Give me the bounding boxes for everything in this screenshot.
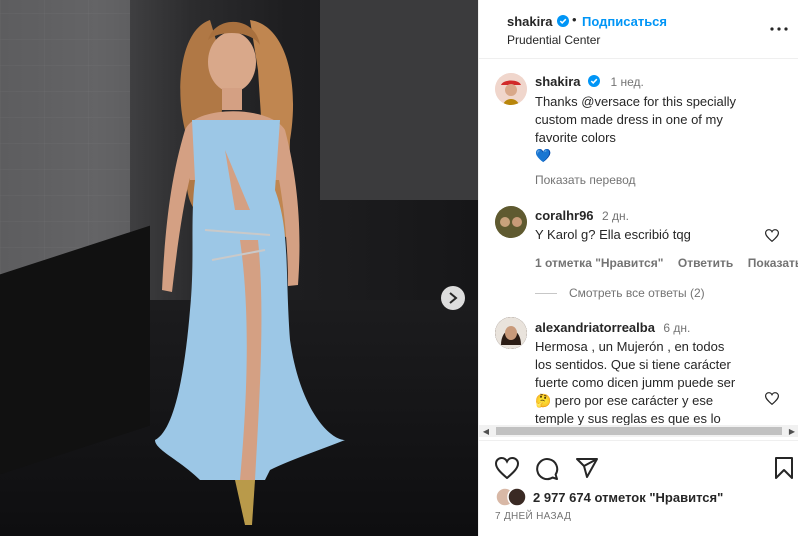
- caption-line: favorite colors: [535, 130, 616, 145]
- likes-summary: 2 977 674 отметок "Нравится": [495, 487, 723, 507]
- caption-username[interactable]: shakira: [535, 74, 581, 89]
- post-location[interactable]: Prudential Center: [507, 33, 600, 47]
- verified-icon: [588, 74, 600, 92]
- show-translation-link[interactable]: Показать перевод: [535, 173, 785, 187]
- commenter-avatar[interactable]: [495, 206, 527, 238]
- separator-dot: •: [572, 12, 577, 27]
- post-header: shakira • Подписаться Prudential Center: [479, 0, 798, 59]
- more-icon[interactable]: [770, 18, 788, 36]
- comment-line: 🤔 pero por ese carácter y ese: [535, 393, 714, 408]
- comment-time[interactable]: 2 дн.: [602, 209, 629, 223]
- comment-time[interactable]: 6 дн.: [663, 321, 690, 335]
- share-icon[interactable]: [575, 457, 599, 484]
- comment-text: Y Karol g? Ella escribió tqg: [535, 227, 691, 242]
- comment-text: Hermosa , un Mujerón , en todos los sent…: [535, 338, 765, 428]
- caption-avatar[interactable]: [495, 73, 527, 105]
- liker-avatars[interactable]: [495, 487, 527, 507]
- comment-line: Hermosa , un Mujerón , en todos: [535, 339, 725, 354]
- next-arrow-icon: [449, 292, 458, 304]
- caption-line: custom made dress in one of my: [535, 112, 723, 127]
- caption-time[interactable]: 1 нед.: [610, 75, 643, 89]
- caption: shakira 1 нед. Thanks @versace for this …: [535, 73, 785, 187]
- caption-text: Thanks @versace for this specially custo…: [535, 93, 785, 165]
- post-photo: [0, 0, 478, 536]
- view-replies[interactable]: Смотреть все ответы (2): [535, 286, 775, 300]
- view-replies-label[interactable]: Смотреть все ответы (2): [569, 286, 705, 300]
- post-date[interactable]: 7 ДНЕЙ НАЗАД: [495, 511, 571, 522]
- scroll-left-icon[interactable]: ◀: [479, 425, 493, 437]
- action-bar: [479, 440, 798, 493]
- verified-icon: [557, 14, 569, 32]
- follow-button[interactable]: Подписаться: [582, 14, 667, 29]
- comment-line: los sentidos. Que si tiene carácter: [535, 357, 731, 372]
- scroll-right-icon[interactable]: ▶: [785, 425, 798, 437]
- scroll-thumb[interactable]: [496, 427, 782, 435]
- heart-icon[interactable]: [494, 456, 520, 484]
- comment-username[interactable]: coralhr96: [535, 208, 594, 223]
- caption-line: Thanks @versace for this specially: [535, 94, 737, 109]
- horizontal-scrollbar[interactable]: ◀ ▶: [479, 425, 798, 437]
- woman-in-blue-dress: [155, 20, 345, 525]
- reply-button[interactable]: Ответить: [678, 256, 733, 270]
- save-icon[interactable]: [775, 457, 793, 484]
- post-username[interactable]: shakira: [507, 14, 553, 29]
- comment-icon[interactable]: [535, 457, 559, 486]
- next-photo-button[interactable]: [441, 286, 465, 310]
- replies-divider: [535, 292, 557, 294]
- comments-list: shakira 1 нед. Thanks @versace for this …: [479, 59, 798, 430]
- commenter-avatar[interactable]: [495, 317, 527, 349]
- post-details-panel: shakira • Подписаться Prudential Center …: [478, 0, 798, 536]
- comment: alexandriatorrealba 6 дн. Hermosa , un M…: [535, 319, 765, 428]
- heart-icon[interactable]: [764, 392, 780, 410]
- comment-username[interactable]: alexandriatorrealba: [535, 320, 655, 335]
- show-translation-link[interactable]: Показать п: [748, 256, 798, 270]
- heart-icon[interactable]: [764, 229, 780, 247]
- likes-count[interactable]: 2 977 674 отметок "Нравится": [533, 490, 723, 505]
- caption-emoji: 💙: [535, 148, 552, 163]
- comment-likes[interactable]: 1 отметка "Нравится": [535, 256, 663, 270]
- comment: coralhr96 2 дн. Y Karol g? Ella escribió…: [535, 207, 798, 300]
- comment-line: fuerte como dicen jumm puede ser: [535, 375, 736, 390]
